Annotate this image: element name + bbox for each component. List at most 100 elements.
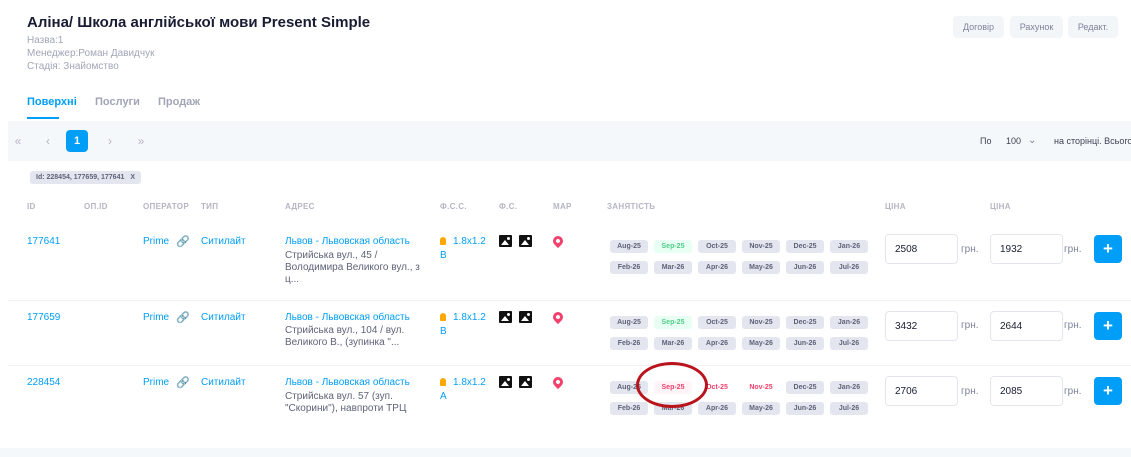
add-button[interactable]: + bbox=[1094, 312, 1122, 340]
link-icon[interactable]: 🔗 bbox=[176, 376, 190, 389]
photo-icon[interactable] bbox=[499, 376, 512, 388]
link-icon[interactable]: 🔗 bbox=[176, 311, 190, 324]
price-input[interactable]: 3432 bbox=[885, 311, 958, 341]
photo-icon[interactable] bbox=[519, 376, 532, 388]
city-link[interactable]: Львов - Львовская область bbox=[285, 377, 410, 388]
month-chip[interactable]: Jan-26 bbox=[830, 381, 868, 394]
month-chip[interactable]: Oct-25 bbox=[698, 240, 736, 253]
type-link[interactable]: Ситилайт bbox=[201, 312, 246, 323]
month-chip[interactable]: Dec-25 bbox=[786, 240, 824, 253]
photo-icon[interactable] bbox=[499, 311, 512, 323]
size-link[interactable]: 1.8x1.2 bbox=[453, 376, 486, 390]
month-chip[interactable]: Nov-25 bbox=[742, 240, 780, 253]
side-link[interactable]: A bbox=[440, 390, 447, 404]
month-chip[interactable]: Aug-25 bbox=[610, 240, 648, 253]
row-id-link[interactable]: 177641 bbox=[27, 236, 60, 247]
month-chip[interactable]: Dec-25 bbox=[786, 381, 824, 394]
month-chip[interactable]: Jun-26 bbox=[786, 337, 824, 350]
month-chip[interactable]: Apr-26 bbox=[698, 402, 736, 415]
add-button[interactable]: + bbox=[1094, 235, 1122, 263]
month-chip[interactable]: Aug-25 bbox=[610, 316, 648, 329]
month-chip[interactable]: Apr-26 bbox=[698, 261, 736, 274]
prev-page-button[interactable]: ‹ bbox=[37, 130, 59, 152]
col-id[interactable]: ID bbox=[27, 202, 36, 211]
month-chip[interactable]: Feb-26 bbox=[610, 337, 648, 350]
operator-link[interactable]: Prime bbox=[143, 236, 169, 247]
row-id-link[interactable]: 177659 bbox=[27, 312, 60, 323]
side-link[interactable]: B bbox=[440, 249, 447, 263]
month-chip[interactable]: May-26 bbox=[742, 337, 780, 350]
last-page-button[interactable]: » bbox=[130, 130, 152, 152]
edit-button[interactable]: Редакт. bbox=[1068, 16, 1118, 38]
month-chip[interactable]: Jul-26 bbox=[830, 402, 868, 415]
type-link[interactable]: Ситилайт bbox=[201, 377, 246, 388]
tab-sales[interactable]: Продаж bbox=[158, 96, 200, 108]
col-op-id[interactable]: ОП.ID bbox=[84, 202, 108, 211]
price-input[interactable]: 2085 bbox=[990, 376, 1063, 406]
month-chip[interactable]: Jun-26 bbox=[786, 402, 824, 415]
next-page-button[interactable]: › bbox=[99, 130, 121, 152]
col-address[interactable]: АДРЕС bbox=[285, 202, 315, 211]
month-chip[interactable]: Nov-25 bbox=[742, 381, 780, 394]
col-type[interactable]: ТИП bbox=[201, 202, 218, 211]
col-fss[interactable]: Ф.С.С. bbox=[440, 202, 467, 211]
currency-label: грн. bbox=[961, 386, 979, 397]
col-fs[interactable]: Ф.С. bbox=[499, 202, 517, 211]
operator-link[interactable]: Prime bbox=[143, 377, 169, 388]
add-button[interactable]: + bbox=[1094, 377, 1122, 405]
close-icon[interactable]: X bbox=[130, 174, 135, 181]
price-input[interactable]: 2706 bbox=[885, 376, 958, 406]
page-1-button[interactable]: 1 bbox=[66, 130, 88, 152]
col-map[interactable]: МАР bbox=[553, 202, 572, 211]
map-pin-icon[interactable] bbox=[550, 309, 566, 325]
contract-button[interactable]: Договір bbox=[953, 16, 1004, 38]
month-chip[interactable]: Jan-26 bbox=[830, 316, 868, 329]
col-price-1[interactable]: ЦІНА bbox=[885, 202, 906, 211]
operator-link[interactable]: Prime bbox=[143, 312, 169, 323]
price-input[interactable]: 2644 bbox=[990, 311, 1063, 341]
month-chip[interactable]: Nov-25 bbox=[742, 316, 780, 329]
col-price-2[interactable]: ЦІНА bbox=[990, 202, 1011, 211]
month-chip[interactable]: Oct-25 bbox=[698, 316, 736, 329]
per-page-select[interactable]: 100 bbox=[1006, 136, 1021, 146]
size-link[interactable]: 1.8x1.2 bbox=[453, 311, 486, 325]
month-chip[interactable]: Dec-25 bbox=[786, 316, 824, 329]
photo-icon[interactable] bbox=[499, 235, 512, 247]
city-link[interactable]: Львов - Львовская область bbox=[285, 236, 410, 247]
month-chip[interactable]: Jul-26 bbox=[830, 261, 868, 274]
type-link[interactable]: Ситилайт bbox=[201, 236, 246, 247]
size-link[interactable]: 1.8x1.2 bbox=[453, 235, 486, 249]
col-occupancy[interactable]: ЗАНЯТІСТЬ bbox=[607, 202, 655, 211]
month-chip[interactable]: Mar-26 bbox=[654, 261, 692, 274]
month-chip[interactable]: May-26 bbox=[742, 261, 780, 274]
month-chip[interactable]: Jan-26 bbox=[830, 240, 868, 253]
row-id-link[interactable]: 228454 bbox=[27, 377, 60, 388]
month-chip[interactable]: Apr-26 bbox=[698, 337, 736, 350]
month-chip[interactable]: Jun-26 bbox=[786, 261, 824, 274]
lightbulb-icon bbox=[440, 313, 446, 321]
currency-label: грн. bbox=[1064, 244, 1082, 255]
invoice-button[interactable]: Рахунок bbox=[1010, 16, 1063, 38]
month-chip[interactable]: Sep-25 bbox=[654, 240, 692, 253]
col-operator[interactable]: ОПЕРАТОР bbox=[143, 202, 189, 211]
map-pin-icon[interactable] bbox=[550, 374, 566, 390]
month-chip[interactable]: Jul-26 bbox=[830, 337, 868, 350]
link-icon[interactable]: 🔗 bbox=[176, 235, 190, 248]
month-chip[interactable]: Mar-26 bbox=[654, 337, 692, 350]
row-divider bbox=[8, 300, 1131, 301]
month-chip[interactable]: Sep-25 bbox=[654, 316, 692, 329]
price-input[interactable]: 2508 bbox=[885, 234, 958, 264]
first-page-button[interactable]: « bbox=[7, 130, 29, 152]
tab-surfaces[interactable]: Поверхні bbox=[27, 96, 77, 108]
side-link[interactable]: B bbox=[440, 325, 447, 339]
city-link[interactable]: Львов - Львовская область bbox=[285, 312, 410, 323]
tab-services[interactable]: Послуги bbox=[95, 96, 140, 108]
price-input[interactable]: 1932 bbox=[990, 234, 1063, 264]
month-chip[interactable]: May-26 bbox=[742, 402, 780, 415]
month-chip[interactable]: Feb-26 bbox=[610, 261, 648, 274]
map-pin-icon[interactable] bbox=[550, 233, 566, 249]
photo-icon[interactable] bbox=[519, 235, 532, 247]
chevron-down-icon[interactable]: ⌄ bbox=[1028, 135, 1036, 146]
photo-icon[interactable] bbox=[519, 311, 532, 323]
month-chip[interactable]: Feb-26 bbox=[610, 402, 648, 415]
